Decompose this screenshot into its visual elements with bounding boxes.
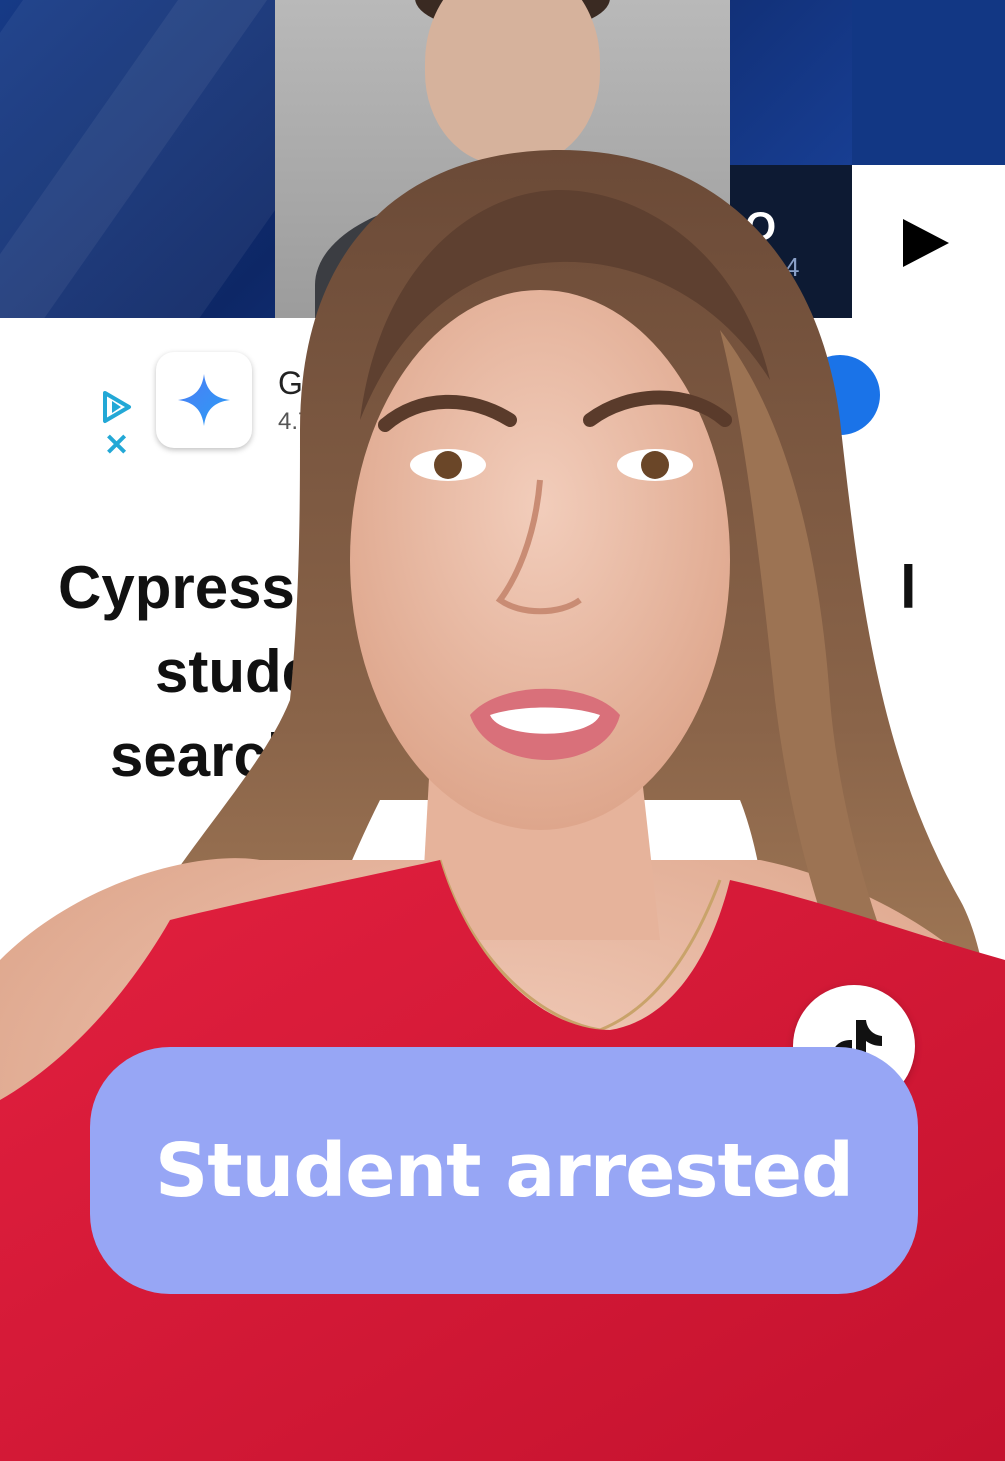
caption-text: Student arrested bbox=[154, 1127, 854, 1214]
caption-bubble: Student arrested bbox=[90, 1047, 918, 1294]
